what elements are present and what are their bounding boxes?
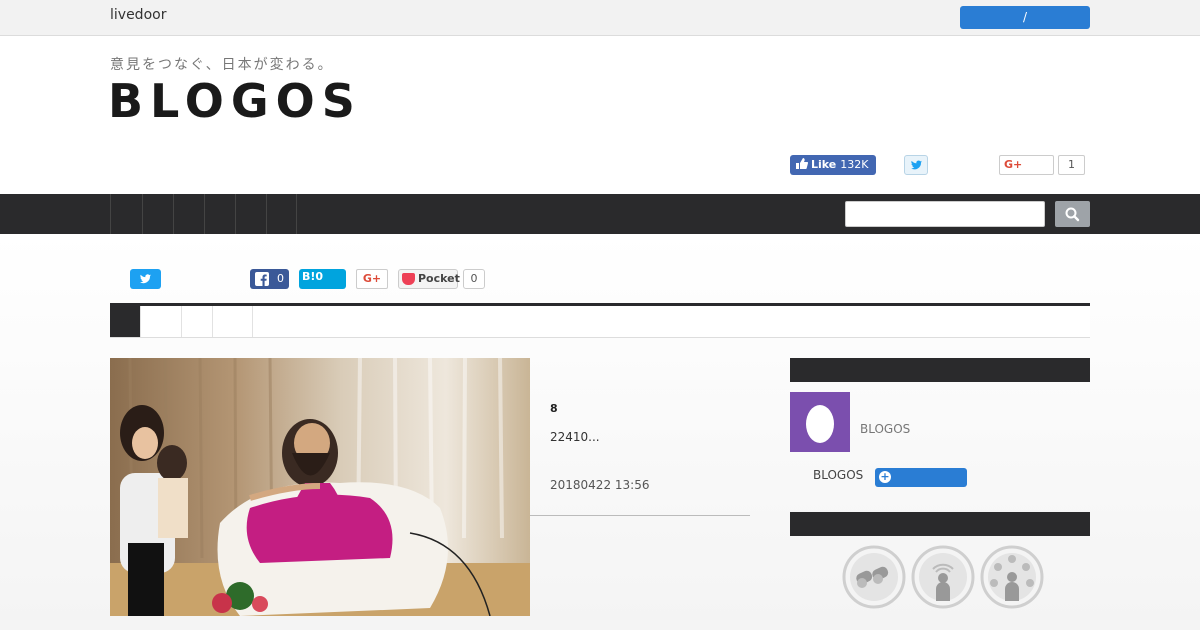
follow-button[interactable]: +: [875, 468, 967, 487]
nav-item-2[interactable]: [142, 194, 173, 234]
pocket-icon: [402, 273, 415, 285]
livedoor-brand-link[interactable]: livedoor: [110, 7, 166, 23]
binoculars-icon: [842, 545, 906, 609]
article-photo[interactable]: [110, 358, 530, 616]
login-button[interactable]: /: [960, 6, 1090, 29]
site-header: 意見をつなぐ、日本が変わる。 BLOGOS Like 132K G+ 1: [0, 36, 1200, 194]
hatena-count: 0: [315, 270, 324, 283]
egg-avatar-icon: [806, 405, 834, 443]
photo-scene: [110, 358, 530, 616]
like-count: 132K: [840, 158, 869, 171]
author-avatar[interactable]: [790, 392, 850, 452]
site-tagline: 意見をつなぐ、日本が変わる。: [110, 57, 334, 73]
blogos-logo[interactable]: BLOGOS: [108, 74, 362, 128]
nav-item-5[interactable]: [235, 194, 266, 234]
tab-3[interactable]: [182, 306, 213, 337]
hatena-label: B!: [302, 270, 316, 283]
person-signal-icon: [911, 545, 975, 609]
nav-item-6[interactable]: [266, 194, 297, 234]
article-rank: 8: [550, 402, 558, 415]
twitter-icon: [140, 274, 151, 284]
plus-icon: +: [879, 470, 891, 483]
badge-social[interactable]: [980, 545, 1044, 609]
gplus-count: 1: [1058, 155, 1085, 175]
tab-4[interactable]: [213, 306, 253, 337]
sidebar-header-author: [790, 358, 1090, 382]
share-twitter-button[interactable]: [130, 269, 161, 289]
search-button[interactable]: [1055, 201, 1090, 227]
like-label: Like: [811, 158, 837, 171]
share-gplus-button[interactable]: G+: [356, 269, 388, 289]
person-social-icon: [980, 545, 1044, 609]
nav-item-4[interactable]: [204, 194, 235, 234]
thumbs-up-icon: [796, 158, 809, 169]
search-input[interactable]: [845, 201, 1045, 227]
nav-item-1[interactable]: [110, 194, 142, 234]
pocket-label: Pocket: [418, 272, 460, 285]
twitter-icon: [911, 160, 922, 170]
tab-1[interactable]: [110, 306, 141, 337]
share-pocket-button[interactable]: Pocket: [398, 269, 460, 289]
tab-2[interactable]: [141, 306, 182, 337]
author-name[interactable]: BLOGOS: [860, 422, 910, 436]
nav-item-3[interactable]: [173, 194, 204, 234]
search-icon: [1065, 207, 1080, 222]
share-facebook-button[interactable]: 0: [250, 269, 289, 289]
share-hatena-button[interactable]: B!0: [299, 269, 346, 289]
badge-binoculars[interactable]: [842, 545, 906, 609]
facebook-like-button[interactable]: Like 132K: [790, 155, 876, 175]
top-bar: livedoor /: [0, 0, 1200, 36]
twitter-follow-button[interactable]: [904, 155, 928, 175]
badge-signal[interactable]: [911, 545, 975, 609]
follow-label: BLOGOS: [813, 468, 864, 482]
article-divider: [530, 515, 750, 516]
gplus-button[interactable]: G+: [999, 155, 1054, 175]
facebook-share-count: 0: [277, 272, 284, 285]
facebook-icon: [255, 272, 269, 286]
article-title-link[interactable]: 22410...: [550, 430, 600, 444]
article-date: 20180422 13:56: [550, 478, 650, 492]
sidebar-header-badges: [790, 512, 1090, 536]
pocket-count: 0: [463, 269, 485, 289]
content-tabs: [110, 306, 1090, 338]
